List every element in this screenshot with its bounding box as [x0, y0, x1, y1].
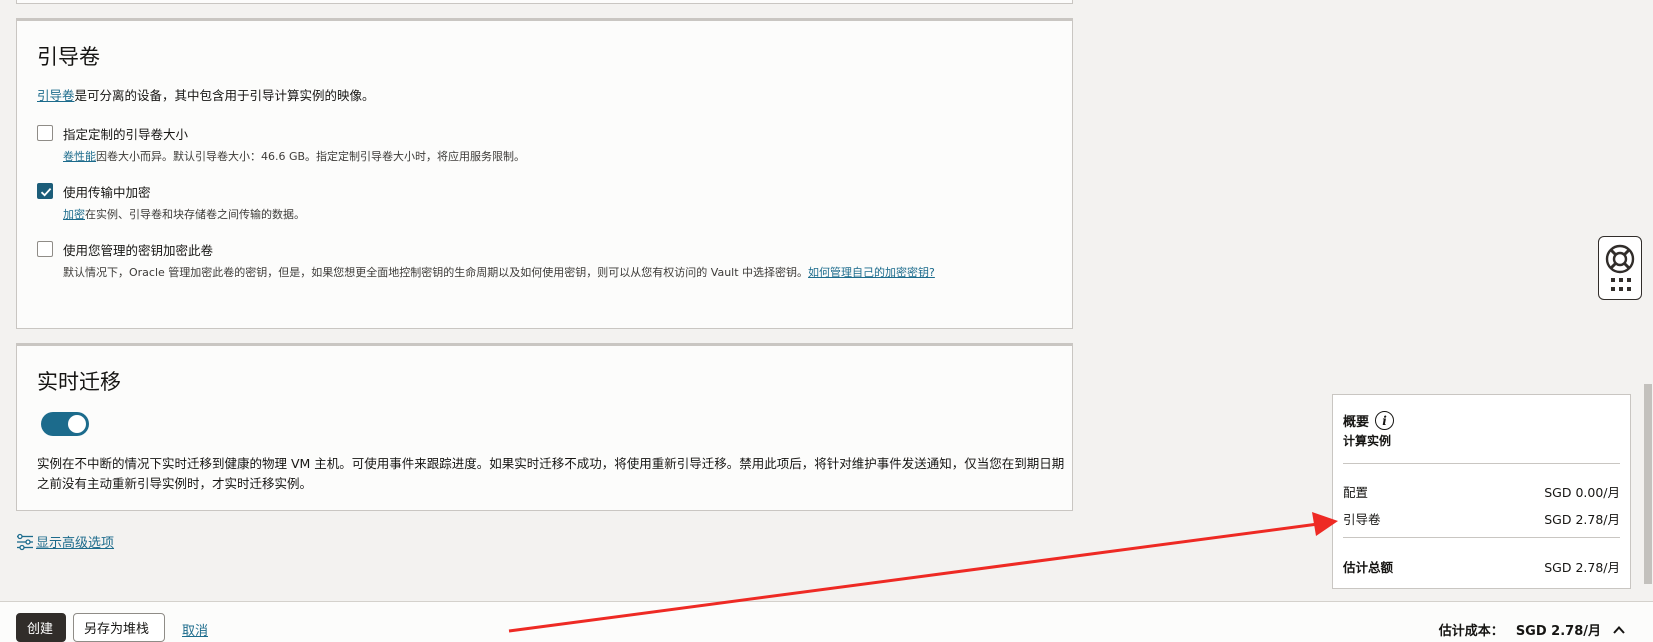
in-transit-encryption-label[interactable]: 使用传输中加密 — [63, 182, 151, 201]
cancel-link[interactable]: 取消 — [182, 620, 208, 639]
summary-row-label: 配置 — [1343, 485, 1369, 500]
summary-total-label: 估计总额 — [1343, 560, 1394, 575]
customer-managed-key-help-text: 默认情况下，Oracle 管理加密此卷的密钥，但是，如果您想更全面地控制密钥的生… — [63, 266, 809, 279]
previous-section-card — [16, 0, 1073, 4]
in-transit-encryption-checkbox[interactable] — [37, 183, 53, 199]
footer-bar — [0, 601, 1653, 642]
boot-volume-lead: 引导卷是可分离的设备，其中包含用于引导计算实例的映像。 — [37, 85, 375, 104]
sliders-icon — [17, 533, 33, 550]
boot-volume-title: 引导卷 — [37, 45, 100, 69]
boot-volume-lead-text: 是可分离的设备，其中包含用于引导计算实例的映像。 — [74, 88, 375, 103]
estimated-cost-label: 估计成本： — [1438, 624, 1504, 639]
customer-managed-key-label[interactable]: 使用您管理的密钥加密此卷 — [63, 240, 213, 259]
page: 引导卷 引导卷是可分离的设备，其中包含用于引导计算实例的映像。 指定定制的引导卷… — [0, 0, 1653, 642]
boot-volume-doc-link[interactable]: 引导卷 — [37, 88, 75, 103]
show-advanced-options-label[interactable]: 显示高级选项 — [36, 532, 114, 551]
live-migration-section: 实时迁移 实例在不中断的情况下实时迁移到健康的物理 VM 主机。可使用事件来跟踪… — [16, 343, 1073, 511]
custom-boot-volume-size-help: 卷性能因卷大小而异。默认引导卷大小：46.6 GB。指定定制引导卷大小时，将应用… — [63, 148, 525, 164]
lifebuoy-icon[interactable] — [1604, 243, 1636, 275]
manage-own-keys-link[interactable]: 如何管理自己的加密密钥? — [808, 266, 935, 279]
estimated-cost[interactable]: 估计成本： SGD 2.78/月 — [1439, 620, 1625, 639]
live-migration-description: 实例在不中断的情况下实时迁移到健康的物理 VM 主机。可使用事件来跟踪进度。如果… — [37, 456, 1065, 491]
summary-row-value: SGD 0.00/月 — [1544, 485, 1620, 500]
apps-grid-icon[interactable] — [1611, 278, 1631, 292]
summary-row-configuration: 配置 SGD 0.00/月 — [1343, 482, 1620, 501]
live-migration-title: 实时迁移 — [37, 370, 121, 394]
boot-volume-section: 引导卷 引导卷是可分离的设备，其中包含用于引导计算实例的映像。 指定定制的引导卷… — [16, 18, 1073, 329]
summary-divider — [1343, 537, 1620, 538]
volume-performance-link[interactable]: 卷性能 — [63, 150, 96, 163]
summary-row-boot-volume: 引导卷 SGD 2.78/月 — [1343, 509, 1620, 528]
customer-managed-key-checkbox[interactable] — [37, 241, 53, 257]
live-migration-toggle[interactable] — [41, 412, 89, 436]
info-icon[interactable]: i — [1375, 411, 1395, 430]
summary-row-label: 引导卷 — [1343, 512, 1381, 527]
save-as-stack-button[interactable]: 另存为堆栈 — [73, 613, 165, 642]
summary-row-value: SGD 2.78/月 — [1544, 512, 1620, 527]
in-transit-encryption-help: 加密在实例、引导卷和块存储卷之间传输的数据。 — [63, 206, 305, 222]
summary-subtitle: 计算实例 — [1343, 434, 1392, 448]
custom-boot-volume-size-checkbox[interactable] — [37, 125, 53, 141]
scrollbar-thumb[interactable] — [1644, 384, 1652, 584]
custom-boot-volume-size-help-text: 因卷大小而异。默认引导卷大小：46.6 GB。指定定制引导卷大小时，将应用服务限… — [96, 150, 526, 163]
in-transit-encryption-help-text: 在实例、引导卷和块存储卷之间传输的数据。 — [85, 208, 305, 221]
summary-total-value: SGD 2.78/月 — [1544, 560, 1620, 575]
toggle-knob — [68, 415, 86, 433]
show-advanced-options[interactable]: 显示高级选项 — [16, 532, 114, 551]
summary-title-text: 概要 — [1343, 415, 1370, 430]
summary-divider — [1343, 463, 1620, 464]
summary-row-total: 估计总额 SGD 2.78/月 — [1343, 557, 1620, 576]
customer-managed-key-help: 默认情况下，Oracle 管理加密此卷的密钥，但是，如果您想更全面地控制密钥的生… — [63, 264, 935, 280]
custom-boot-volume-size-label[interactable]: 指定定制的引导卷大小 — [63, 124, 188, 143]
checkmark-icon — [40, 187, 52, 197]
create-button[interactable]: 创建 — [16, 613, 66, 642]
estimated-cost-value: SGD 2.78/月 — [1515, 624, 1601, 639]
help-dock[interactable] — [1598, 236, 1642, 300]
encryption-link[interactable]: 加密 — [63, 208, 85, 221]
cost-summary-panel: 概要 i 计算实例 配置 SGD 0.00/月 引导卷 SGD 2.78/月 估… — [1332, 394, 1631, 589]
chevron-up-icon[interactable] — [1613, 625, 1625, 635]
summary-title: 概要 i — [1343, 411, 1395, 430]
